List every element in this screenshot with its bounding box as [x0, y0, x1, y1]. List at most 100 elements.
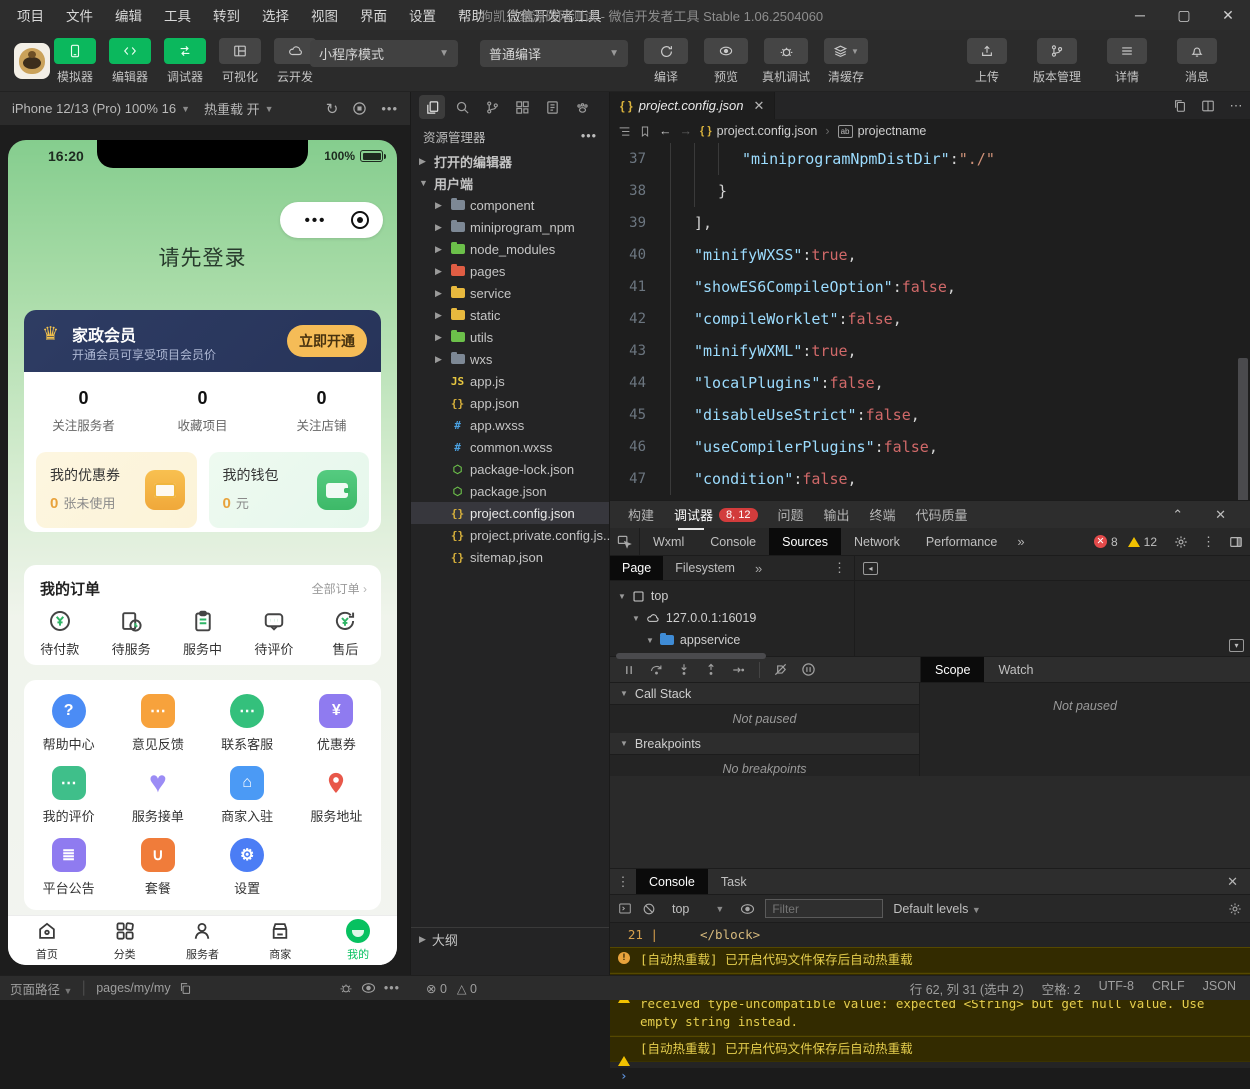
stat-item[interactable]: 0 收藏项目 [143, 388, 262, 434]
grid-item-套餐[interactable]: ∪ 套餐 [113, 838, 202, 897]
breadcrumb-file[interactable]: { } project.config.json [700, 124, 817, 138]
menu-item-工具[interactable]: 工具 [155, 2, 200, 28]
tab-商家[interactable]: 商家 [241, 916, 319, 965]
split-editor-icon[interactable] [1194, 92, 1222, 119]
scope-tab-Scope[interactable]: Scope [921, 657, 985, 682]
pause-icon[interactable] [622, 663, 636, 677]
tool-编辑器[interactable]: 编辑器 [107, 38, 153, 85]
tool-模拟器[interactable]: 模拟器 [52, 38, 98, 85]
horizontal-scrollbar[interactable] [616, 653, 766, 659]
miniprogram-capsule[interactable]: ••• [280, 202, 383, 238]
code-editor[interactable]: 37 "miniprogramNpmDistDir": "./" 38} 39], 40… [610, 143, 1250, 500]
outline-section[interactable]: ▶ 大纲 [411, 927, 609, 950]
levels-dropdown[interactable]: Default levels ▼ [893, 902, 980, 916]
console-source-line[interactable]: 21 | </block> [610, 923, 1250, 947]
panel-tab-调试器[interactable]: 调试器 8, 12 [674, 501, 758, 530]
close-button[interactable]: ✕ [1206, 0, 1250, 30]
devtools-problems[interactable]: ✕ 8 12 [1093, 535, 1157, 549]
sources-tab-Filesystem[interactable]: Filesystem [663, 556, 747, 580]
console-tab-Console[interactable]: Console [636, 869, 708, 894]
tree-item-project.private.config.js...[interactable]: {} project.private.config.js... [411, 524, 614, 546]
panel-tab-代码质量[interactable]: 代码质量 [916, 501, 968, 528]
page-path-dropdown[interactable]: 页面路径 ▼ [10, 979, 72, 998]
console-message[interactable]: [自动热重载] 已开启代码文件保存后自动热重载 [610, 1035, 1250, 1066]
tree-item-miniprogram_npm[interactable]: ▶ miniprogram_npm [411, 216, 609, 238]
nav-back-icon[interactable]: ← [659, 124, 672, 138]
files-icon[interactable] [419, 95, 445, 119]
step-out-icon[interactable] [704, 662, 718, 677]
more-icon[interactable]: ••• [581, 129, 597, 143]
menu-item-设置[interactable]: 设置 [400, 2, 445, 28]
mode-dropdown[interactable]: 小程序模式 ▼ [310, 40, 458, 67]
tab-服务者[interactable]: 服务者 [164, 916, 242, 965]
git-icon[interactable] [479, 95, 505, 119]
menu-item-界面[interactable]: 界面 [351, 2, 396, 28]
copy-icon[interactable] [179, 982, 192, 995]
tab-我的[interactable]: 我的 [319, 916, 397, 965]
console-sidebar-icon[interactable] [618, 902, 632, 915]
tab-首页[interactable]: 首页 [8, 916, 86, 965]
refresh-icon[interactable]: ↻ [326, 100, 339, 118]
dock-side-icon[interactable] [1222, 535, 1250, 549]
open-membership-button[interactable]: 立即开通 [287, 325, 367, 357]
collapse-panel-icon[interactable]: ⌃ [1166, 507, 1189, 523]
pagetree-item-appservice[interactable]: ▼ appservice [610, 629, 854, 651]
more-icon[interactable]: ••• [280, 212, 351, 229]
panel-tab-终端[interactable]: 终端 [870, 501, 896, 528]
tree-item-sitemap.json[interactable]: {} sitemap.json [411, 546, 609, 568]
pagetree-item-127.0.0.1:16019[interactable]: ▼ 127.0.0.1:16019 [610, 607, 854, 629]
tab-分类[interactable]: 分类 [86, 916, 164, 965]
tree-item-app.js[interactable]: JS app.js [411, 370, 609, 392]
action-编译[interactable]: 编译 [640, 38, 692, 85]
tree-item-用户端[interactable]: ▼ 用户端 [411, 172, 609, 194]
problems-indicator[interactable]: ⊗ 0 △ 0 [410, 981, 610, 996]
stat-item[interactable]: 0 关注店铺 [262, 388, 381, 434]
console-tab-Task[interactable]: Task [708, 869, 760, 894]
action-版本管理[interactable]: 版本管理 [1028, 38, 1086, 85]
inspect-element-icon[interactable] [610, 528, 640, 555]
close-target-icon[interactable] [351, 211, 369, 229]
menu-item-文件[interactable]: 文件 [57, 2, 102, 28]
all-orders-link[interactable]: 全部订单 › [312, 580, 367, 597]
kebab-menu-icon[interactable]: ⋮ [1195, 534, 1222, 550]
encoding[interactable]: UTF-8 [1099, 979, 1134, 998]
panel-tab-问题[interactable]: 问题 [778, 501, 804, 528]
npmfile-icon[interactable] [539, 95, 565, 119]
more-icon[interactable]: ••• [381, 101, 398, 116]
stat-item[interactable]: 0 关注服务者 [24, 388, 143, 434]
editor-scrollbar[interactable] [1238, 358, 1248, 500]
order-item-待评价[interactable]: 待评价 [238, 609, 309, 658]
grid-item-服务接单[interactable]: ♥ 服务接单 [113, 766, 202, 825]
devtools-tab-Console[interactable]: Console [697, 528, 769, 555]
kebab-menu-icon[interactable]: ⋮ [610, 874, 636, 890]
paw-icon[interactable] [569, 95, 595, 119]
action-清缓存[interactable]: ▼ 清缓存 [820, 38, 872, 85]
tree-item-打开的编辑器[interactable]: ▶ 打开的编辑器 [411, 150, 609, 172]
grid-item-联系客服[interactable]: ⋯ 联系客服 [203, 694, 292, 753]
nav-forward-icon[interactable]: → [680, 124, 693, 138]
bookmark-icon[interactable] [639, 125, 651, 138]
minimize-button[interactable]: ─ [1118, 0, 1162, 30]
tree-item-pages[interactable]: ▶ pages [411, 260, 609, 282]
vconsole-bug-icon[interactable] [339, 981, 353, 995]
context-selector[interactable]: top ▼ [666, 900, 730, 918]
scope-tab-Watch[interactable]: Watch [984, 657, 1047, 682]
close-drawer-icon[interactable]: ✕ [1215, 874, 1250, 890]
filter-input[interactable] [765, 899, 884, 918]
grid-item-平台公告[interactable]: ≣ 平台公告 [24, 838, 113, 897]
console-prompt[interactable]: › [610, 1062, 1250, 1089]
tool-调试器[interactable]: 调试器 [162, 38, 208, 85]
tree-item-app.wxss[interactable]: # app.wxss [411, 414, 609, 436]
menu-item-项目[interactable]: 项目 [8, 2, 53, 28]
order-item-待服务[interactable]: 待服务 [95, 609, 166, 658]
tree-item-utils[interactable]: ▶ utils [411, 326, 609, 348]
devtools-tab-Network[interactable]: Network [841, 528, 913, 555]
panel-tab-构建[interactable]: 构建 [628, 501, 654, 528]
wallet-card[interactable]: 我的钱包 0 元 [208, 452, 369, 528]
tree-item-wxs[interactable]: ▶ wxs [411, 348, 609, 370]
step-over-icon[interactable] [649, 663, 664, 677]
more-tabs-icon[interactable]: » [747, 561, 770, 576]
action-真机调试[interactable]: 真机调试 [760, 38, 812, 85]
wallet-card[interactable]: 我的优惠券 0 张未使用 [36, 452, 197, 528]
devtools-settings-gear-icon[interactable] [1167, 535, 1195, 549]
